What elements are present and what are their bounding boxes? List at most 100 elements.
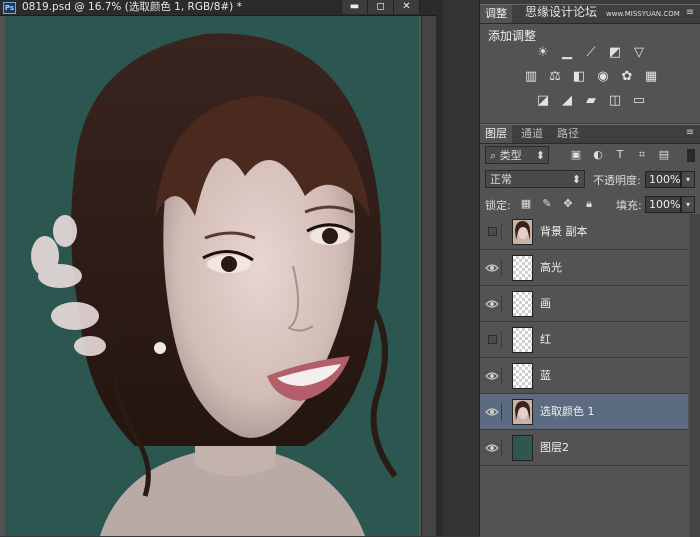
opacity-label: 不透明度: — [593, 174, 641, 187]
tab-paths[interactable]: 路径 — [552, 125, 584, 143]
layer-name: 图层2 — [540, 441, 569, 454]
close-button[interactable]: ✕ — [393, 0, 420, 14]
fill-label: 填充: — [616, 199, 642, 212]
adjustments-panel-menu-icon[interactable]: ≡ — [684, 7, 696, 19]
layer-row[interactable]: 背景 副本 — [480, 214, 688, 250]
eye-icon — [485, 264, 499, 272]
layer-row[interactable]: 画 — [480, 286, 688, 322]
layers-scrollbar[interactable] — [689, 214, 700, 537]
fill-field[interactable]: 100% — [645, 196, 681, 213]
layer-visibility-toggle[interactable] — [484, 295, 502, 313]
layer-name: 背景 副本 — [540, 225, 588, 238]
maximize-button[interactable]: ◻ — [367, 0, 394, 14]
collapsed-panel-strip — [443, 0, 480, 536]
portrait-photo — [5, 16, 419, 536]
tab-adjustments[interactable]: 调整 — [480, 5, 512, 23]
layers-tab-row: 图层 通道 路径 ≡ — [480, 125, 700, 144]
blend-mode-select[interactable]: 正常 ⬍ — [485, 170, 585, 188]
adjustment-filter-icon[interactable]: ◐ — [592, 149, 604, 161]
search-icon: ⌕ — [490, 149, 497, 162]
layer-thumbnail — [512, 255, 533, 281]
hidden-eye-box — [488, 227, 497, 236]
eye-icon — [485, 372, 499, 380]
document-titlebar[interactable]: Ps 0819.psd @ 16.7% (选取颜色 1, RGB/8#) * ▬… — [0, 0, 443, 16]
adjustments-heading: 添加调整 — [488, 29, 537, 43]
layer-thumbnail — [512, 399, 533, 425]
filter-toggle-switch[interactable] — [687, 149, 695, 162]
filter-kind-value: 类型 — [499, 149, 522, 162]
pixel-filter-icon[interactable]: ▣ — [570, 149, 582, 161]
select-arrow-icon: ⬍ — [571, 173, 581, 186]
tab-layers[interactable]: 图层 — [480, 125, 512, 143]
eye-icon — [485, 300, 499, 308]
layer-thumbnail — [512, 435, 533, 461]
watermark-text: 思缘设计论坛 — [525, 5, 598, 19]
layer-list: 背景 副本高光画红蓝选取颜色 1 图层2 — [480, 214, 688, 537]
layers-panel: 图层 通道 路径 ≡ ⌕ 类型 ⬍ ▣ ◐ T ⌗ ▤ 正常 ⬍ 不透明度: 1… — [480, 124, 700, 537]
document-canvas[interactable] — [5, 16, 419, 536]
layers-panel-menu-icon[interactable]: ≡ — [684, 127, 696, 139]
channel-mixer-icon[interactable]: ✿ — [618, 69, 636, 85]
adjustments-panel: 调整 ≡ 添加调整 ☀ ▁ ⟋ ◩ ▽ ▥ ⚖ ◧ ◉ ✿ ▦ ◪ ◢ ▰ ◫ ▭ — [480, 4, 700, 123]
opacity-dropdown-icon[interactable]: ▾ — [681, 171, 695, 188]
shape-filter-icon[interactable]: ⌗ — [636, 149, 648, 161]
brightness-contrast-icon[interactable]: ☀ — [534, 45, 552, 61]
select-arrow-icon: ⬍ — [535, 149, 545, 162]
layer-row[interactable]: 高光 — [480, 250, 688, 286]
layer-thumbnail — [512, 291, 533, 317]
layer-name: 红 — [540, 333, 551, 346]
layer-row[interactable]: 蓝 — [480, 358, 688, 394]
layer-visibility-toggle[interactable] — [484, 331, 502, 349]
layer-visibility-toggle[interactable] — [484, 439, 502, 457]
layer-row[interactable]: 选取颜色 1 — [480, 394, 688, 430]
minimize-button[interactable]: ▬ — [341, 0, 368, 14]
lock-image-pixels-icon[interactable]: ✎ — [541, 198, 553, 210]
layer-name: 蓝 — [540, 369, 551, 382]
fill-dropdown-icon[interactable]: ▾ — [681, 196, 695, 213]
color-lookup-icon[interactable]: ▦ — [642, 69, 660, 85]
levels-icon[interactable]: ▁ — [558, 45, 576, 61]
layer-visibility-toggle[interactable] — [484, 367, 502, 385]
layer-visibility-toggle[interactable] — [484, 223, 502, 241]
layer-visibility-toggle[interactable] — [484, 403, 502, 421]
smart-object-filter-icon[interactable]: ▤ — [658, 149, 670, 161]
vibrance-icon[interactable]: ▽ — [630, 45, 648, 61]
layer-filter-row: ⌕ 类型 ⬍ ▣ ◐ T ⌗ ▤ — [480, 146, 700, 166]
photo-filter-icon[interactable]: ◉ — [594, 69, 612, 85]
document-title: 0819.psd @ 16.7% (选取颜色 1, RGB/8#) * — [22, 1, 242, 13]
layer-visibility-toggle[interactable] — [484, 259, 502, 277]
tab-channels[interactable]: 通道 — [516, 125, 548, 143]
layer-name: 画 — [540, 297, 551, 310]
lock-row: 锁定: ▦ ✎ ✥ 🔒︎ 填充: 100% ▾ — [480, 195, 700, 215]
adjustment-icon-grid: ☀ ▁ ⟋ ◩ ▽ ▥ ⚖ ◧ ◉ ✿ ▦ ◪ ◢ ▰ ◫ ▭ — [480, 45, 700, 115]
layer-row[interactable]: 图层2 — [480, 430, 688, 466]
layer-row[interactable]: 红 — [480, 322, 688, 358]
opacity-field[interactable]: 100% — [645, 171, 681, 188]
eye-icon — [485, 408, 499, 416]
layer-thumbnail — [512, 363, 533, 389]
layer-name: 高光 — [540, 261, 562, 274]
lock-position-icon[interactable]: ✥ — [562, 198, 574, 210]
curves-icon[interactable]: ⟋ — [582, 45, 600, 61]
hue-saturation-icon[interactable]: ▥ — [522, 69, 540, 85]
color-balance-icon[interactable]: ⚖ — [546, 69, 564, 85]
lock-all-icon[interactable]: 🔒︎ — [583, 198, 595, 210]
hidden-eye-box — [488, 335, 497, 344]
blend-mode-value: 正常 — [490, 173, 512, 186]
layer-thumbnail — [512, 327, 533, 353]
selective-color-icon[interactable]: ◫ — [606, 93, 624, 109]
document-vertical-scrollbar[interactable] — [421, 16, 436, 536]
black-white-icon[interactable]: ◧ — [570, 69, 588, 85]
gradient-map-icon[interactable]: ▭ — [630, 93, 648, 109]
watermark-url: www.MISSYUAN.COM — [606, 10, 680, 18]
blend-row: 正常 ⬍ 不透明度: 100% ▾ — [480, 170, 700, 190]
filter-kind-select[interactable]: ⌕ 类型 ⬍ — [485, 146, 549, 164]
lock-transparent-pixels-icon[interactable]: ▦ — [520, 198, 532, 210]
threshold-icon[interactable]: ▰ — [582, 93, 600, 109]
type-filter-icon[interactable]: T — [614, 149, 626, 161]
exposure-icon[interactable]: ◩ — [606, 45, 624, 61]
posterize-icon[interactable]: ◢ — [558, 93, 576, 109]
lock-label: 锁定: — [485, 199, 511, 212]
window-divider — [436, 0, 443, 536]
invert-icon[interactable]: ◪ — [534, 93, 552, 109]
